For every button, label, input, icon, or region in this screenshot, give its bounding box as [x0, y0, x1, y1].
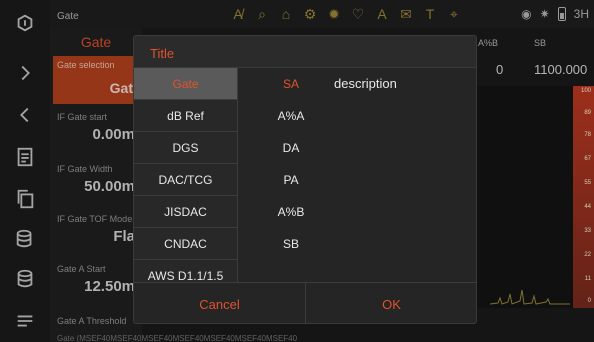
option-da[interactable]: DA [274, 141, 308, 155]
tab-gate[interactable]: Gate [134, 68, 237, 100]
option-a-percent-a[interactable]: A%A [274, 109, 308, 123]
tab-dac-tcg[interactable]: DAC/TCG [134, 164, 237, 196]
option-sa[interactable]: SA [274, 77, 308, 91]
option-a-percent-b[interactable]: A%B [274, 205, 308, 219]
tab-jisdac[interactable]: JISDAC [134, 196, 237, 228]
cancel-button[interactable]: Cancel [134, 283, 305, 323]
category-tabs: Gate dB Ref DGS DAC/TCG JISDAC CNDAC AWS… [134, 68, 237, 282]
tab-db-ref[interactable]: dB Ref [134, 100, 237, 132]
tab-aws[interactable]: AWS D1.1/1.5 [134, 260, 237, 282]
selection-dialog: Title Gate dB Ref DGS DAC/TCG JISDAC CND… [133, 35, 477, 324]
tab-dgs[interactable]: DGS [134, 132, 237, 164]
tab-cndac[interactable]: CNDAC [134, 228, 237, 260]
dialog-title: Title [150, 46, 175, 61]
option-sb[interactable]: SB [274, 237, 308, 251]
option-pa[interactable]: PA [274, 173, 308, 187]
divider [237, 68, 238, 282]
dialog-title-bar: Title [134, 36, 476, 68]
option-description: description [334, 76, 397, 91]
ok-button[interactable]: OK [306, 283, 476, 323]
dialog-button-row: Cancel OK [134, 282, 476, 323]
